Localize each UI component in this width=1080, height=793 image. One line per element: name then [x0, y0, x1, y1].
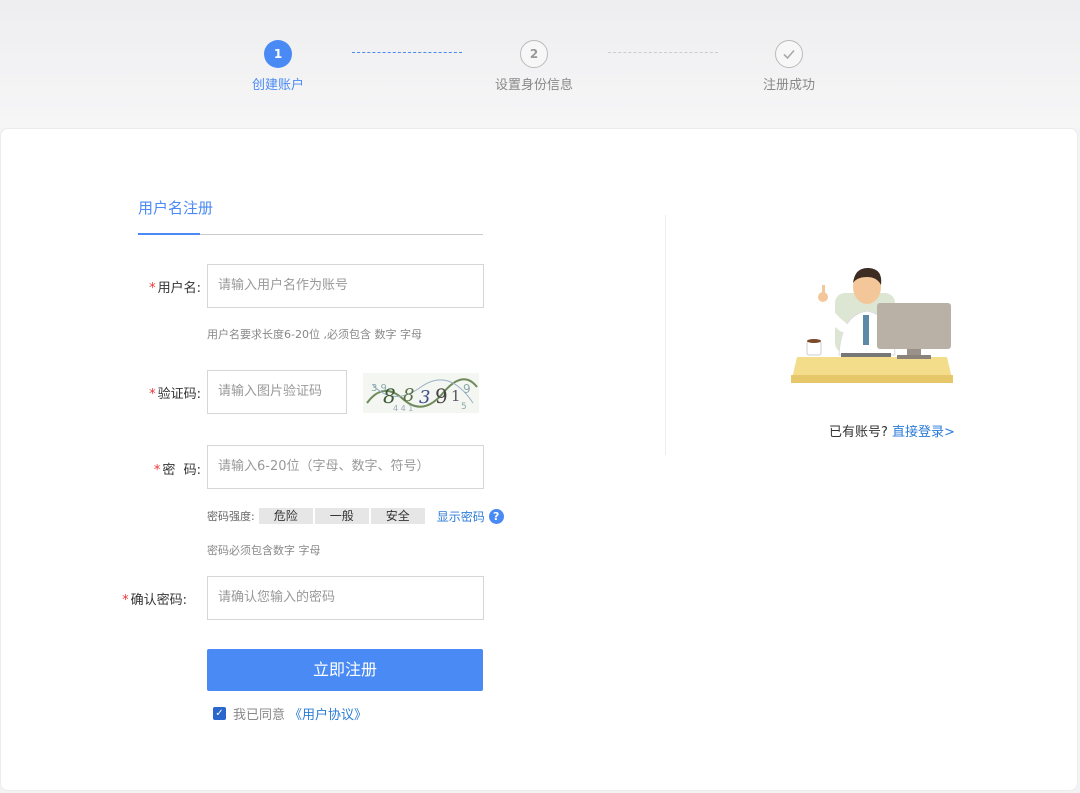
required-mark: *: [149, 281, 156, 296]
svg-text:8: 8: [403, 385, 414, 406]
help-icon[interactable]: ?: [488, 508, 504, 524]
user-agreement-link[interactable]: 《用户协议》: [289, 704, 367, 723]
password-label: * 密 码:: [153, 463, 201, 478]
username-input[interactable]: 请输入用户名作为账号: [207, 264, 484, 308]
captcha-label: * 验证码:: [149, 387, 201, 402]
svg-text:9: 9: [435, 384, 448, 408]
svg-text:4 4 1: 4 4 1: [393, 404, 413, 413]
step-1-label: 创建账户: [251, 78, 304, 93]
register-button[interactable]: 立即注册: [207, 649, 483, 691]
agree-checkbox[interactable]: ✓: [213, 707, 226, 720]
password-strength: 密码强度: 危险 一般 安全 显示密码 ?: [207, 507, 504, 525]
agreement-row: ✓ 我已同意 《用户协议》: [213, 704, 367, 723]
captcha-image[interactable]: 3 9 8 8 3 9 1 9 5 4 4 1: [363, 373, 479, 413]
step-success: 注册成功: [709, 40, 869, 93]
show-password-link[interactable]: 显示密码: [437, 508, 485, 525]
login-prompt: 已有账号? 直接登录>: [829, 421, 955, 440]
step-1-badge: 1: [264, 40, 292, 68]
password-hint: 密码必须包含数字 字母: [207, 544, 321, 557]
step-connector-1: [352, 52, 462, 53]
have-account-text: 已有账号?: [829, 425, 888, 440]
step-connector-2: [608, 52, 718, 53]
vertical-divider: [665, 215, 666, 455]
step-2-label: 设置身份信息: [494, 78, 573, 93]
step-3-label: 注册成功: [762, 78, 815, 93]
tab-username-register[interactable]: 用户名注册: [138, 197, 213, 218]
password-input[interactable]: 请输入6-20位（字母、数字、符号）: [207, 445, 484, 489]
strength-label: 密码强度:: [207, 510, 255, 523]
username-hint: 用户名要求长度6-20位 ,必须包含 数字 字母: [207, 328, 422, 341]
confirm-password-input[interactable]: 请确认您输入的密码: [207, 576, 484, 620]
login-link[interactable]: 直接登录>: [892, 425, 955, 440]
captcha-input[interactable]: 请输入图片验证码: [207, 370, 347, 414]
progress-steps: 1 创建账户 2 设置身份信息 注册成功: [0, 0, 1080, 128]
office-worker-illustration: [787, 257, 957, 387]
step-2-badge: 2: [520, 40, 548, 68]
register-tabs: 用户名注册: [138, 197, 483, 235]
svg-text:3: 3: [419, 387, 430, 408]
step-create-account: 1 创建账户: [198, 40, 358, 93]
checkmark-icon: [775, 40, 803, 68]
active-tab-indicator: [138, 233, 200, 235]
register-card: 用户名注册 * 用户名: 请输入用户名作为账号 用户名要求长度6-20位 ,必须包…: [0, 128, 1078, 791]
strength-danger: 危险: [258, 508, 313, 524]
agree-text: 我已同意: [233, 708, 286, 723]
svg-text:5: 5: [461, 402, 467, 412]
step-identity-info: 2 设置身份信息: [454, 40, 614, 93]
confirm-password-label: * 确认密码:: [122, 593, 187, 608]
strength-normal: 一般: [314, 508, 369, 524]
svg-text:1: 1: [451, 387, 461, 405]
strength-safe: 安全: [370, 508, 425, 524]
svg-text:9: 9: [463, 382, 471, 396]
username-label: * 用户名:: [149, 281, 201, 296]
